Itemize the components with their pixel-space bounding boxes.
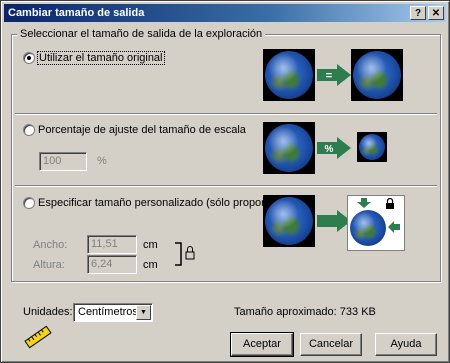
percent-unit-label: % (97, 155, 107, 167)
proportion-lock-icon[interactable] (173, 241, 199, 267)
accept-button[interactable]: Aceptar (230, 332, 294, 357)
close-button[interactable]: ✕ (428, 6, 444, 20)
height-label: Altura: (33, 259, 65, 271)
radio-scale-percent[interactable] (23, 124, 35, 136)
arrow-right-icon (317, 210, 351, 232)
window-title: Cambiar tamaño de salida (8, 7, 145, 19)
units-selected-value: Centímetros (78, 306, 138, 318)
chevron-down-icon[interactable]: ▼ (136, 305, 151, 320)
globe-icon (350, 210, 386, 246)
globe-icon (265, 51, 313, 99)
approx-size-text: Tamaño aproximado: 733 KB (234, 306, 376, 318)
globe-icon (265, 197, 313, 245)
separator (15, 113, 437, 115)
group-label: Seleccionar el tamaño de salida de la ex… (17, 28, 266, 40)
separator (15, 185, 437, 187)
radio-selected-dot (27, 56, 31, 60)
original-size-label: Utilizar el tamaño original (37, 51, 165, 65)
arrow-down-icon (357, 198, 371, 208)
height-unit-label: cm (143, 259, 158, 271)
units-dropdown[interactable]: Centímetros ▼ (73, 303, 153, 322)
width-input[interactable]: 11,51 (87, 235, 137, 254)
scale-percent-input[interactable]: 100 (39, 152, 87, 171)
arrow-right-icon: = (317, 64, 351, 86)
lock-icon (386, 198, 394, 209)
custom-size-label[interactable]: Especificar tamaño personalizado (sólo p… (38, 197, 297, 209)
units-label: Unidades: (23, 306, 73, 318)
ruler-icon (24, 325, 52, 349)
globe-icon (353, 51, 401, 99)
arrow-right-icon: % (317, 137, 351, 159)
radio-original-label[interactable]: Utilizar el tamaño original (37, 51, 165, 65)
help-button[interactable]: Ayuda (375, 333, 437, 356)
width-unit-label: cm (143, 239, 158, 251)
globe-icon (359, 134, 385, 160)
radio-original-size[interactable] (23, 52, 35, 64)
radio-custom-size[interactable] (23, 197, 35, 209)
globe-icon (265, 124, 313, 172)
scale-percent-label[interactable]: Porcentaje de ajuste del tamaño de escal… (38, 124, 246, 136)
percent-symbol: % (325, 144, 334, 155)
arrow-left-icon (388, 221, 400, 233)
title-bar[interactable]: Cambiar tamaño de salida ? ✕ (4, 4, 446, 22)
help-title-button[interactable]: ? (410, 6, 426, 20)
equal-symbol: = (326, 70, 332, 82)
width-label: Ancho: (33, 239, 68, 251)
dialog-window: Cambiar tamaño de salida ? ✕ Seleccionar… (0, 0, 450, 363)
height-input[interactable]: 6,24 (87, 255, 137, 274)
cancel-button[interactable]: Cancelar (300, 333, 362, 356)
